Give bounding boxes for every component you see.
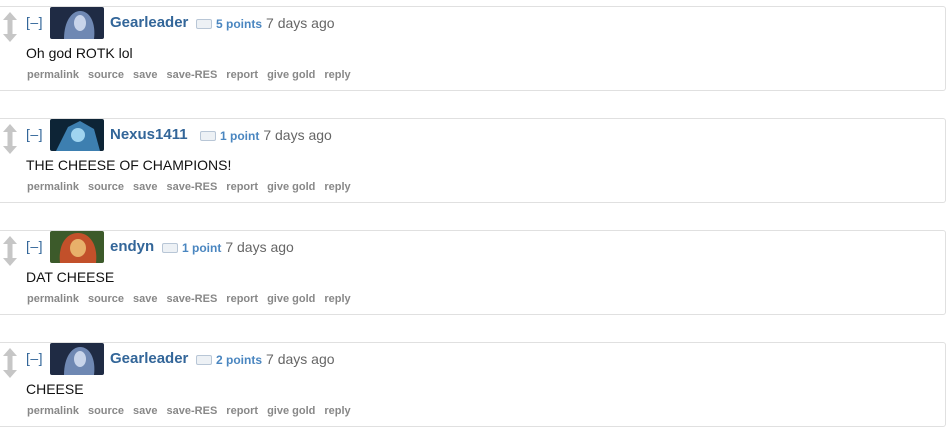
timestamp[interactable]: 7 days ago (263, 127, 332, 143)
author-link[interactable]: endyn (110, 238, 154, 255)
comment-meta: 2 points 7 days ago (196, 351, 335, 369)
comment-body: CHEESE (26, 381, 84, 397)
flair-tag-icon (162, 242, 178, 253)
permalink-button[interactable]: permalink (27, 69, 79, 81)
permalink-button[interactable]: permalink (27, 181, 79, 193)
author-link[interactable]: Gearleader (110, 350, 188, 367)
downvote-arrow-icon[interactable] (0, 136, 20, 156)
comment-body: DAT CHEESE (26, 269, 115, 285)
comment-body: THE CHEESE OF CHAMPIONS! (26, 157, 232, 173)
collapse-toggle[interactable]: [–] (26, 238, 43, 254)
save-res-button[interactable]: save-RES (167, 181, 218, 193)
vote-arrows (0, 346, 20, 380)
save-res-button[interactable]: save-RES (167, 69, 218, 81)
give-gold-button[interactable]: give gold (267, 293, 315, 305)
score: 2 points (216, 353, 263, 367)
comment-meta: 1 point 7 days ago (162, 239, 294, 257)
give-gold-button[interactable]: give gold (267, 181, 315, 193)
author-link[interactable]: Nexus1411 (110, 126, 188, 143)
give-gold-button[interactable]: give gold (267, 69, 315, 81)
score: 1 point (182, 241, 222, 255)
comment-meta: 5 points 7 days ago (196, 15, 335, 33)
comment-actions: permalink source save save-RES report give go… (27, 293, 360, 305)
vote-arrows (0, 10, 20, 44)
reply-button[interactable]: reply (324, 69, 350, 81)
avatar (50, 119, 104, 151)
downvote-arrow-icon[interactable] (0, 24, 20, 44)
flair-tag-icon (196, 18, 212, 29)
save-button[interactable]: save (133, 69, 157, 81)
permalink-button[interactable]: permalink (27, 293, 79, 305)
collapse-toggle[interactable]: [–] (26, 350, 43, 366)
comment: [–] Gearleader 2 points 7 days ago CHEESE… (0, 342, 946, 427)
comment: [–] endyn 1 point 7 days ago DAT CHEESE p… (0, 230, 946, 315)
save-button[interactable]: save (133, 405, 157, 417)
vote-arrows (0, 122, 20, 156)
permalink-button[interactable]: permalink (27, 405, 79, 417)
flair-tag-icon (200, 130, 216, 141)
reply-button[interactable]: reply (324, 293, 350, 305)
avatar (50, 7, 104, 39)
score: 5 points (216, 17, 263, 31)
comment-actions: permalink source save save-RES report give go… (27, 181, 360, 193)
avatar (50, 343, 104, 375)
report-button[interactable]: report (226, 181, 258, 193)
comment-actions: permalink source save save-RES report give go… (27, 69, 360, 81)
save-res-button[interactable]: save-RES (167, 293, 218, 305)
flair-tag-icon (196, 354, 212, 365)
source-button[interactable]: source (88, 293, 124, 305)
collapse-toggle[interactable]: [–] (26, 126, 43, 142)
save-button[interactable]: save (133, 293, 157, 305)
downvote-arrow-icon[interactable] (0, 360, 20, 380)
source-button[interactable]: source (88, 405, 124, 417)
report-button[interactable]: report (226, 293, 258, 305)
comment-body: Oh god ROTK lol (26, 45, 133, 61)
save-res-button[interactable]: save-RES (167, 405, 218, 417)
comment: [–] Nexus1411 1 point 7 days ago THE CHEE… (0, 118, 946, 203)
report-button[interactable]: report (226, 405, 258, 417)
save-button[interactable]: save (133, 181, 157, 193)
source-button[interactable]: source (88, 69, 124, 81)
timestamp[interactable]: 7 days ago (266, 351, 335, 367)
downvote-arrow-icon[interactable] (0, 248, 20, 268)
reply-button[interactable]: reply (324, 405, 350, 417)
score: 1 point (220, 129, 260, 143)
author-link[interactable]: Gearleader (110, 14, 188, 31)
comment: [–] Gearleader 5 points 7 days ago Oh god… (0, 6, 946, 91)
reply-button[interactable]: reply (324, 181, 350, 193)
collapse-toggle[interactable]: [–] (26, 14, 43, 30)
avatar (50, 231, 104, 263)
comment-actions: permalink source save save-RES report give go… (27, 405, 360, 417)
timestamp[interactable]: 7 days ago (266, 15, 335, 31)
comment-meta: 1 point 7 days ago (200, 127, 332, 145)
source-button[interactable]: source (88, 181, 124, 193)
vote-arrows (0, 234, 20, 268)
give-gold-button[interactable]: give gold (267, 405, 315, 417)
timestamp[interactable]: 7 days ago (225, 239, 294, 255)
report-button[interactable]: report (226, 69, 258, 81)
